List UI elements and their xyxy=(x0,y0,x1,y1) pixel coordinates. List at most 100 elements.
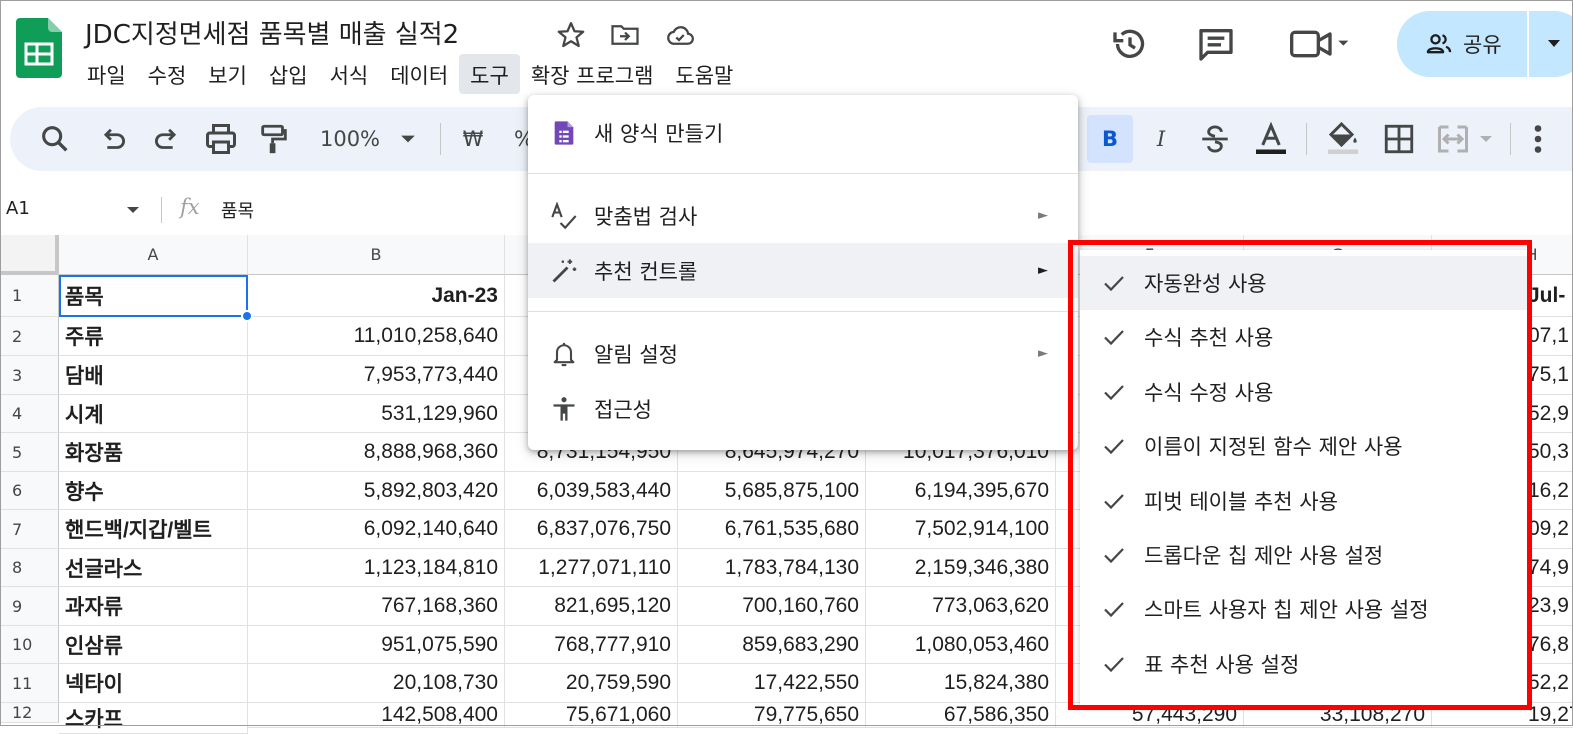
cell[interactable]: 넥타이 xyxy=(59,664,248,703)
submenu-item[interactable]: 이름이 지정된 함수 제안 사용 xyxy=(1080,419,1528,473)
menu-format[interactable]: 서식 xyxy=(319,54,380,94)
cell[interactable]: 768,777,910 xyxy=(505,626,678,664)
cell[interactable]: 11,010,258,640 xyxy=(248,317,505,356)
cell[interactable]: 821,695,120 xyxy=(505,587,678,626)
submenu-item[interactable]: 수식 추천 사용 xyxy=(1080,310,1528,364)
row-header[interactable]: 6 xyxy=(0,472,59,510)
print-icon[interactable] xyxy=(203,121,239,157)
share-button[interactable]: 공유 xyxy=(1397,11,1573,77)
menu-item-spellcheck[interactable]: 맞춤법 검사 ► xyxy=(528,188,1078,243)
meet-video-icon[interactable] xyxy=(1288,24,1352,64)
row-header[interactable]: 10 xyxy=(0,626,59,664)
cell[interactable]: 화장품 xyxy=(59,433,248,472)
row-header[interactable]: 1 xyxy=(0,275,59,317)
cell[interactable]: 7,502,914,100 xyxy=(866,510,1056,549)
submenu-item[interactable]: 드롭다운 칩 제안 사용 설정 xyxy=(1080,528,1528,582)
formula-input[interactable]: 품목 xyxy=(221,197,254,223)
cell[interactable]: 1,080,053,460 xyxy=(866,626,1056,664)
cell[interactable]: 33,108,270 xyxy=(1244,703,1432,728)
cell[interactable]: 17,422,550 xyxy=(678,664,866,703)
search-menus-icon[interactable] xyxy=(38,121,72,157)
fill-color-icon[interactable] xyxy=(1324,121,1362,157)
comments-icon[interactable] xyxy=(1196,24,1236,64)
cell[interactable]: 2,159,346,380 xyxy=(866,549,1056,587)
cell[interactable]: 1,123,184,810 xyxy=(248,549,505,587)
row-header[interactable]: 5 xyxy=(0,433,59,472)
sheets-logo-icon[interactable] xyxy=(16,18,62,78)
cell[interactable]: 700,160,760 xyxy=(678,587,866,626)
row-header[interactable]: 9 xyxy=(0,587,59,626)
cell[interactable]: Jan-23 xyxy=(248,275,505,317)
cell[interactable]: 67,586,350 xyxy=(866,703,1056,728)
menu-insert[interactable]: 삽입 xyxy=(258,54,319,94)
cell[interactable]: 6,837,076,750 xyxy=(505,510,678,549)
cell[interactable]: 951,075,590 xyxy=(248,626,505,664)
redo-icon[interactable] xyxy=(150,121,184,157)
cell[interactable]: 향수 xyxy=(59,472,248,510)
cell[interactable]: 6,761,535,680 xyxy=(678,510,866,549)
menu-file[interactable]: 파일 xyxy=(76,54,137,94)
menu-item-notification-settings[interactable]: 알림 설정 ► xyxy=(528,326,1078,381)
row-header[interactable]: 2 xyxy=(0,317,59,356)
cell[interactable]: 6,194,395,670 xyxy=(866,472,1056,510)
cell[interactable]: 8,888,968,360 xyxy=(248,433,505,472)
row-header[interactable]: 3 xyxy=(0,356,59,395)
cell[interactable]: 15,824,380 xyxy=(866,664,1056,703)
name-box[interactable]: A1 xyxy=(6,198,30,219)
more-options-icon[interactable] xyxy=(1528,121,1548,157)
submenu-item[interactable]: 피벗 테이블 추천 사용 xyxy=(1080,474,1528,528)
row-header[interactable]: 7 xyxy=(0,510,59,549)
cell[interactable]: 773,063,620 xyxy=(866,587,1056,626)
paint-format-icon[interactable] xyxy=(257,121,291,157)
share-dropdown-icon[interactable] xyxy=(1547,38,1561,50)
cell[interactable]: 주류 xyxy=(59,317,248,356)
cell[interactable]: 선글라스 xyxy=(59,549,248,587)
row-header[interactable]: 12 xyxy=(0,703,59,723)
zoom-dropdown-icon[interactable] xyxy=(400,121,416,157)
menu-data[interactable]: 데이터 xyxy=(379,54,459,94)
submenu-item[interactable]: 표 추천 사용 설정 xyxy=(1080,637,1528,691)
menu-item-accessibility[interactable]: 접근성 xyxy=(528,381,1078,436)
cell[interactable]: 6,039,583,440 xyxy=(505,472,678,510)
currency-format-button[interactable]: ₩ xyxy=(460,121,486,157)
select-all-corner[interactable] xyxy=(0,235,59,275)
submenu-item[interactable]: 스마트 사용자 칩 제안 사용 설정 xyxy=(1080,582,1528,636)
submenu-item[interactable]: 수식 수정 사용 xyxy=(1080,365,1528,419)
italic-button[interactable]: I xyxy=(1143,121,1179,157)
cell[interactable]: 767,168,360 xyxy=(248,587,505,626)
zoom-select[interactable]: 100% xyxy=(310,121,390,157)
row-header[interactable]: 4 xyxy=(0,395,59,433)
column-header-b[interactable]: B xyxy=(248,235,505,275)
column-header-a[interactable]: A xyxy=(59,235,248,275)
document-title[interactable]: JDC지정면세점 품목별 매출 실적2 xyxy=(85,14,459,51)
cell[interactable]: 스카프 xyxy=(59,703,248,734)
version-history-icon[interactable] xyxy=(1110,24,1150,64)
cell[interactable]: 시계 xyxy=(59,395,248,433)
text-color-icon[interactable] xyxy=(1252,121,1290,157)
cell[interactable]: 75,671,060 xyxy=(505,703,678,728)
cell[interactable]: 5,685,875,100 xyxy=(678,472,866,510)
cell[interactable]: 19,270 xyxy=(1432,703,1573,728)
submenu-item[interactable]: 자동완성 사용 xyxy=(1080,256,1528,310)
menu-item-suggestion-controls[interactable]: 추천 컨트롤 ► xyxy=(528,243,1078,298)
borders-icon[interactable] xyxy=(1382,121,1416,157)
bold-button[interactable]: B xyxy=(1087,115,1133,163)
star-icon[interactable] xyxy=(556,20,586,50)
menu-view[interactable]: 보기 xyxy=(197,54,258,94)
cell[interactable]: 담배 xyxy=(59,356,248,395)
row-header[interactable]: 11 xyxy=(0,664,59,703)
strikethrough-icon[interactable] xyxy=(1198,121,1232,157)
cell[interactable]: 과자류 xyxy=(59,587,248,626)
cell[interactable]: 20,759,590 xyxy=(505,664,678,703)
menu-extensions[interactable]: 확장 프로그램 xyxy=(520,54,665,94)
menu-tools[interactable]: 도구 xyxy=(459,54,520,94)
cloud-saved-icon[interactable] xyxy=(665,20,695,50)
cell[interactable]: 7,953,773,440 xyxy=(248,356,505,395)
name-box-dropdown-icon[interactable] xyxy=(126,204,140,216)
cell[interactable]: 859,683,290 xyxy=(678,626,866,664)
cell[interactable]: 1,783,784,130 xyxy=(678,549,866,587)
merge-cells-icon[interactable] xyxy=(1435,121,1501,157)
cell[interactable]: 6,092,140,640 xyxy=(248,510,505,549)
menu-edit[interactable]: 수정 xyxy=(137,54,198,94)
fill-handle[interactable] xyxy=(241,310,253,322)
